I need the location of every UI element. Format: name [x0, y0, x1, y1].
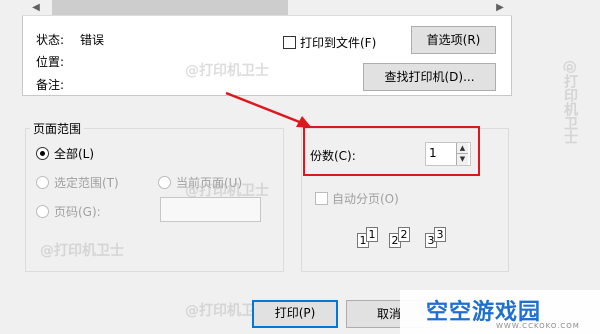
scrollbar-thumb[interactable] [52, 0, 288, 15]
page-range-legend: 页面范围 [30, 120, 85, 137]
radio-indicator[interactable] [36, 147, 49, 160]
brand-watermark: 空空游戏园 WWW.CCKOKO.COM [400, 290, 600, 334]
all-pages-label: 全部(L) [54, 147, 95, 161]
status-value: 错误 [80, 33, 105, 47]
checkbox-box[interactable] [315, 192, 328, 205]
page-1-front: 1 [366, 227, 378, 242]
print-to-file-label: 打印到文件(F) [300, 36, 377, 50]
page-3-front: 3 [434, 227, 446, 242]
annotation-arrow-icon [225, 91, 312, 128]
status-label: 状态: [36, 33, 65, 47]
collate-checkbox[interactable]: 自动分页(O) [315, 190, 399, 207]
pages-radio[interactable]: 页码(G): [36, 203, 101, 220]
pages-label: 页码(G): [54, 205, 101, 219]
watermark-text: @打印机卫士 [185, 183, 269, 199]
find-printer-button[interactable]: 查找打印机(D)... [363, 63, 496, 91]
radio-indicator[interactable] [36, 176, 49, 189]
spin-up-icon[interactable]: ▲ [457, 143, 468, 154]
copies-label: 份数(C): [310, 149, 356, 163]
all-pages-radio[interactable]: 全部(L) [36, 145, 94, 162]
collate-pages-icon: 1 1 2 2 3 3 [357, 227, 467, 258]
horizontal-scrollbar[interactable]: ◀ ▶ [22, 0, 512, 16]
selection-label: 选定范围(T) [54, 176, 119, 190]
watermark-text: @打印机卫士 [185, 63, 269, 79]
print-to-file-checkbox[interactable]: 打印到文件(F) [283, 34, 376, 51]
spin-down-icon[interactable]: ▼ [457, 154, 468, 165]
radio-indicator[interactable] [158, 176, 171, 189]
print-button[interactable]: 打印(P) [252, 300, 338, 328]
selection-radio[interactable]: 选定范围(T) [36, 174, 119, 191]
copies-stepper[interactable]: 1 ▲ ▼ [425, 142, 471, 166]
comment-label: 备注: [36, 78, 65, 92]
scroll-left-icon[interactable]: ◀ [28, 0, 44, 15]
preferences-button[interactable]: 首选项(R) [411, 26, 496, 54]
watermark-text: @打印机卫士 [562, 60, 578, 144]
radio-indicator[interactable] [36, 205, 49, 218]
copies-value: 1 [429, 146, 437, 160]
checkbox-box[interactable] [283, 36, 296, 49]
pages-input[interactable] [160, 197, 261, 222]
scroll-right-icon[interactable]: ▶ [492, 0, 508, 15]
watermark-text: @打印机卫士 [40, 243, 124, 259]
page-2-front: 2 [398, 227, 410, 242]
brand-url: WWW.CCKOKO.COM [496, 322, 580, 330]
collate-label: 自动分页(O) [332, 192, 399, 206]
spin-buttons[interactable]: ▲ ▼ [456, 143, 468, 165]
location-label: 位置: [36, 55, 65, 69]
